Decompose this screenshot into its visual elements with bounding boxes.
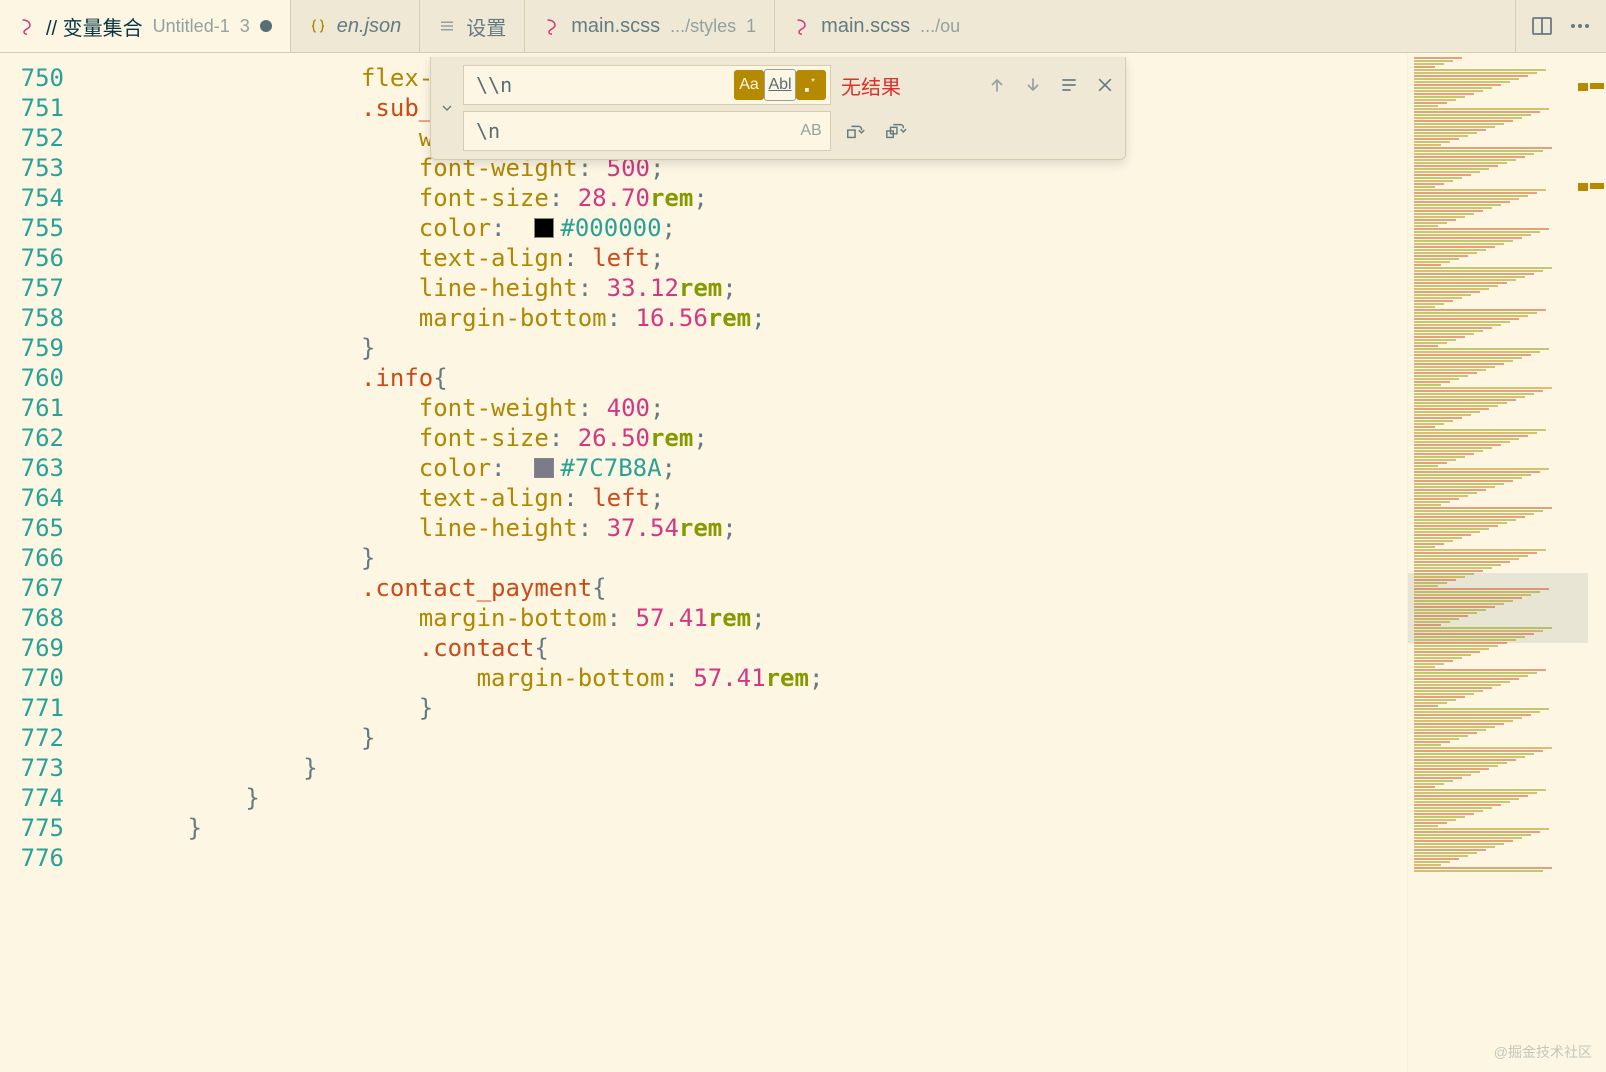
tab-main-ou[interactable]: main.scss .../ou xyxy=(775,0,1516,52)
more-icon[interactable] xyxy=(1568,14,1592,38)
sass-icon xyxy=(18,17,36,35)
code-editor[interactable]: 7507517527537547557567577587597607617627… xyxy=(0,53,1407,1072)
minimap[interactable] xyxy=(1407,53,1588,1072)
overview-ruler[interactable] xyxy=(1588,53,1606,1072)
tab-main-styles[interactable]: main.scss .../styles 1 xyxy=(525,0,775,52)
tab-variables[interactable]: // 变量集合 Untitled-1 3 xyxy=(0,0,291,52)
close-find-button[interactable] xyxy=(1093,73,1117,97)
tab-actions xyxy=(1516,0,1606,52)
regex-toggle[interactable]: * xyxy=(796,70,826,100)
tab-label: 设置 xyxy=(466,12,506,41)
tab-suffix: .../styles xyxy=(670,16,736,37)
ruler-marker xyxy=(1590,83,1604,89)
tab-settings[interactable]: 设置 xyxy=(420,0,525,52)
tab-suffix: .../ou xyxy=(920,16,960,37)
split-editor-icon[interactable] xyxy=(1530,14,1554,38)
search-input-wrap: Aa Abl * xyxy=(463,65,831,105)
preserve-case-toggle[interactable]: AB xyxy=(796,116,826,146)
tab-suffix: Untitled-1 xyxy=(153,16,230,37)
tab-label: // 变量集合 xyxy=(46,12,143,41)
minimap-marker xyxy=(1578,83,1588,91)
whole-word-toggle[interactable]: Abl xyxy=(764,69,796,101)
find-replace-widget: Aa Abl * 无结果 AB xyxy=(430,57,1126,160)
code-content[interactable]: flex-direction: .sub_title{ width: 100%;… xyxy=(72,53,1407,1072)
previous-match-button[interactable] xyxy=(985,73,1009,97)
match-case-toggle[interactable]: Aa xyxy=(734,70,764,100)
replace-input[interactable] xyxy=(474,118,796,144)
svg-text:*: * xyxy=(811,76,815,88)
tab-en-json[interactable]: en.json xyxy=(291,0,421,52)
toggle-replace-button[interactable] xyxy=(431,57,463,159)
settings-icon xyxy=(438,17,456,35)
replace-input-wrap: AB xyxy=(463,111,831,151)
tab-badge: 1 xyxy=(746,16,756,37)
sass-icon xyxy=(543,17,561,35)
replace-one-button[interactable] xyxy=(841,116,871,146)
dirty-indicator xyxy=(260,20,272,32)
find-status: 无结果 xyxy=(841,71,975,100)
replace-all-button[interactable] xyxy=(881,116,911,146)
tab-badge: 3 xyxy=(240,16,250,37)
tab-label: en.json xyxy=(337,15,402,38)
tab-bar: // 变量集合 Untitled-1 3 en.json 设置 main.scs… xyxy=(0,0,1606,53)
next-match-button[interactable] xyxy=(1021,73,1045,97)
minimap-marker xyxy=(1578,183,1588,191)
sass-icon xyxy=(793,17,811,35)
tab-label: main.scss xyxy=(571,15,660,38)
line-number-gutter: 7507517527537547557567577587597607617627… xyxy=(0,53,72,1072)
ruler-marker xyxy=(1590,183,1604,189)
json-icon xyxy=(309,17,327,35)
tab-label: main.scss xyxy=(821,15,910,38)
watermark: @掘金技术社区 xyxy=(1494,1042,1592,1062)
find-in-selection-button[interactable] xyxy=(1057,73,1081,97)
editor-area: 7507517527537547557567577587597607617627… xyxy=(0,53,1606,1072)
search-input[interactable] xyxy=(474,72,734,98)
